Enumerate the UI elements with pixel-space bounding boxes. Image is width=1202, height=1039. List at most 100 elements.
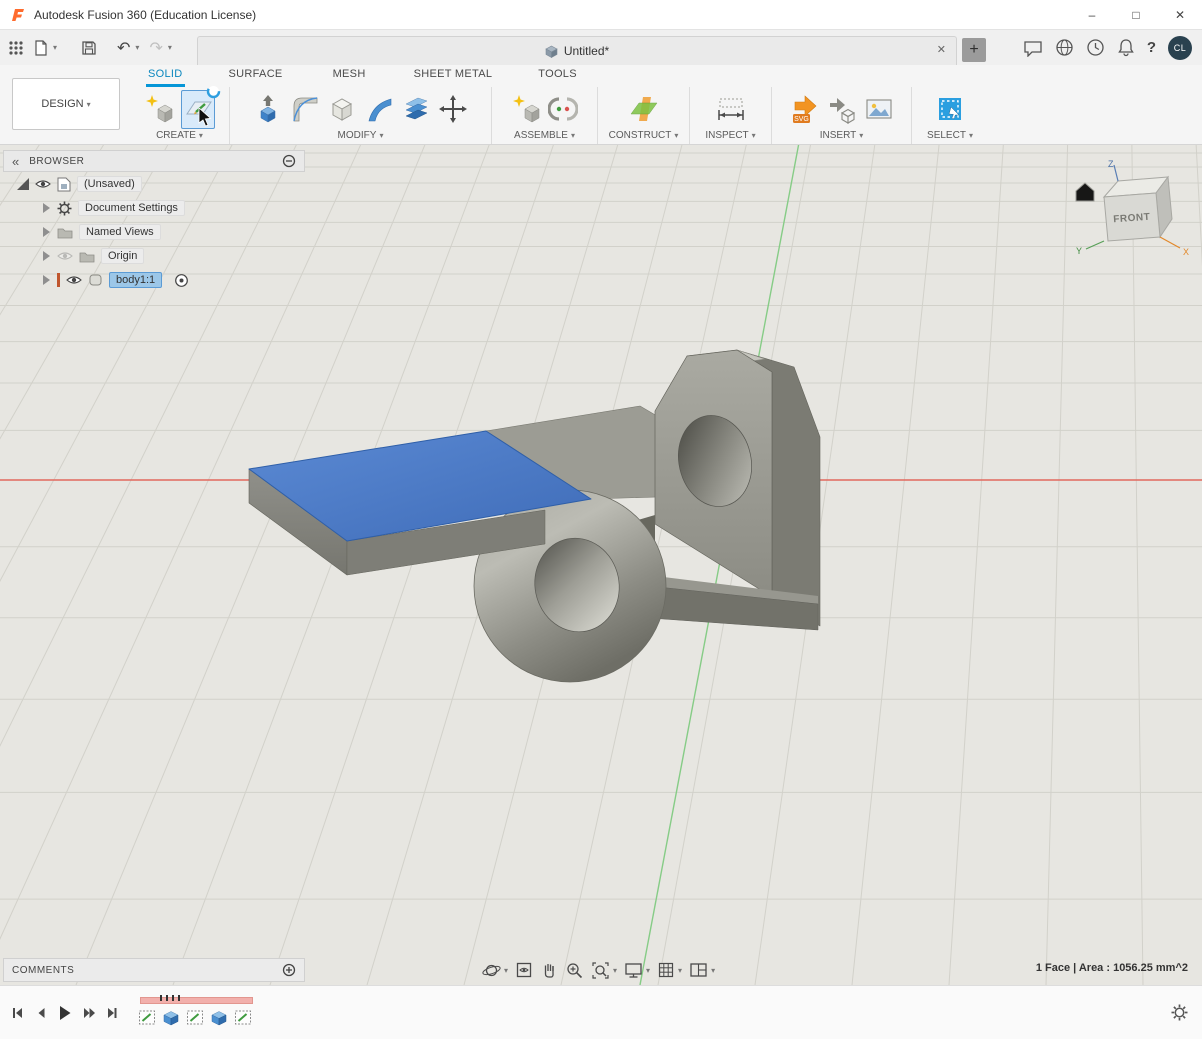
insert-canvas-icon[interactable] xyxy=(864,94,894,124)
expand-icon[interactable] xyxy=(41,274,51,286)
sketch-feature-icon[interactable] xyxy=(234,1007,252,1027)
grid-snap-button[interactable] xyxy=(657,961,682,979)
extrude-feature-icon[interactable] xyxy=(210,1007,228,1027)
add-comment-icon[interactable] xyxy=(282,963,296,977)
joint-icon[interactable] xyxy=(548,94,578,124)
tab-mesh[interactable]: MESH xyxy=(331,65,368,87)
notification-bell-icon[interactable] xyxy=(1117,38,1135,57)
skip-to-end-button[interactable] xyxy=(104,1005,120,1021)
ribbon: DESIGN SOLID SURFACE MESH SHEET METAL TO… xyxy=(0,65,1202,145)
new-component-icon[interactable] xyxy=(144,94,174,124)
sketch-feature-icon[interactable] xyxy=(186,1007,204,1027)
timeline-track[interactable] xyxy=(138,991,268,1035)
fillet-icon[interactable] xyxy=(290,94,320,124)
insert-svg-icon[interactable]: SVG xyxy=(790,94,820,124)
new-tab-button[interactable]: + xyxy=(962,38,986,62)
viewports-button[interactable] xyxy=(689,961,715,979)
display-settings-icon xyxy=(624,961,643,979)
insert-mesh-icon[interactable] xyxy=(827,94,857,124)
browser-item-label[interactable]: Document Settings xyxy=(78,200,185,216)
comment-icon[interactable] xyxy=(1023,39,1043,57)
display-settings-button[interactable] xyxy=(624,961,650,979)
orbit-button[interactable] xyxy=(482,961,508,980)
browser-item-label[interactable]: Named Views xyxy=(79,224,161,240)
redo-button[interactable]: ↷ xyxy=(149,38,171,58)
expand-icon[interactable] xyxy=(41,226,51,238)
close-tab-icon[interactable]: ✕ xyxy=(937,43,946,56)
visibility-eye-icon[interactable] xyxy=(66,274,82,286)
document-tab[interactable]: Untitled* ✕ xyxy=(197,36,957,65)
pattern-sheets-icon[interactable] xyxy=(401,94,431,124)
tab-surface[interactable]: SURFACE xyxy=(227,65,285,87)
model-body[interactable] xyxy=(249,350,820,682)
workspace-selector[interactable]: DESIGN xyxy=(12,78,120,130)
visibility-eye-off-icon[interactable] xyxy=(57,250,73,262)
play-button[interactable] xyxy=(56,1004,74,1022)
group-inspect-label[interactable]: INSPECT xyxy=(705,130,755,141)
group-construct-label[interactable]: CONSTRUCT xyxy=(609,130,679,141)
tab-tools[interactable]: TOOLS xyxy=(536,65,579,87)
browser-row-named-views[interactable]: Named Views xyxy=(3,220,305,244)
timeline-bar xyxy=(0,985,1202,1039)
save-button[interactable] xyxy=(81,40,97,56)
browser-item-label[interactable]: Origin xyxy=(101,248,144,264)
collapse-panel-icon[interactable]: « xyxy=(12,154,19,169)
browser-row-document-settings[interactable]: Document Settings xyxy=(3,196,305,220)
step-forward-button[interactable] xyxy=(81,1005,97,1021)
comments-panel[interactable]: COMMENTS xyxy=(3,958,305,982)
browser-item-label[interactable]: (Unsaved) xyxy=(77,176,142,192)
group-create-label[interactable]: CREATE xyxy=(156,130,203,141)
minimize-button[interactable]: – xyxy=(1070,0,1114,30)
press-pull-icon[interactable] xyxy=(327,94,357,124)
busy-spinner-icon xyxy=(206,84,221,99)
app-grid-icon[interactable] xyxy=(8,40,24,56)
tab-solid[interactable]: SOLID xyxy=(146,65,185,87)
select-icon[interactable] xyxy=(935,94,965,124)
group-select-label[interactable]: SELECT xyxy=(927,130,973,141)
group-modify-label[interactable]: MODIFY xyxy=(338,130,384,141)
timeline-settings-gear-icon[interactable] xyxy=(1171,1004,1188,1021)
hide-all-icon[interactable] xyxy=(282,154,296,168)
pan-button[interactable] xyxy=(540,961,558,979)
maximize-button[interactable]: □ xyxy=(1114,0,1158,30)
viewcube[interactable]: FRONT Z Y X xyxy=(1070,155,1194,263)
undo-button[interactable]: ↶ xyxy=(117,38,139,58)
timeline-marker-bar[interactable] xyxy=(140,997,253,1004)
move-icon[interactable] xyxy=(438,94,468,124)
fit-button[interactable] xyxy=(591,961,617,980)
tab-sheet-metal[interactable]: SHEET METAL xyxy=(412,65,495,87)
account-avatar[interactable]: CL xyxy=(1168,36,1192,60)
new-component-assemble-icon[interactable] xyxy=(511,94,541,124)
ground-to-parent-icon[interactable] xyxy=(174,273,189,288)
workspace-selector-label: DESIGN xyxy=(41,98,83,110)
visibility-eye-icon[interactable] xyxy=(35,178,51,190)
close-button[interactable]: ✕ xyxy=(1158,0,1202,30)
folder-icon xyxy=(57,226,73,239)
selection-status: 1 Face | Area : 1056.25 mm^2 xyxy=(1036,962,1188,974)
measure-icon[interactable] xyxy=(715,94,747,124)
job-status-clock-icon[interactable] xyxy=(1086,38,1105,57)
extrude-feature-icon[interactable] xyxy=(162,1007,180,1027)
help-button[interactable]: ? xyxy=(1147,39,1156,56)
group-modify: MODIFY xyxy=(230,87,492,144)
look-at-button[interactable] xyxy=(515,961,533,979)
browser-row-body[interactable]: body1:1 xyxy=(3,268,305,292)
extrude-icon[interactable] xyxy=(253,94,283,124)
step-back-button[interactable] xyxy=(33,1005,49,1021)
browser-item-label[interactable]: body1:1 xyxy=(109,272,162,288)
sweep-icon[interactable] xyxy=(364,94,394,124)
browser-row-document[interactable]: (Unsaved) xyxy=(3,172,305,196)
expand-icon[interactable] xyxy=(41,250,51,262)
browser-row-origin[interactable]: Origin xyxy=(3,244,305,268)
home-icon[interactable] xyxy=(1076,183,1094,201)
construction-plane-icon[interactable] xyxy=(627,94,661,124)
group-insert-label[interactable]: INSERT xyxy=(820,130,864,141)
sketch-feature-icon[interactable] xyxy=(138,1007,156,1027)
skip-to-start-button[interactable] xyxy=(10,1005,26,1021)
viewport[interactable]: FRONT Z Y X « BROWSER (Unsaved) xyxy=(0,145,1202,985)
globe-icon[interactable] xyxy=(1055,38,1074,57)
zoom-button[interactable] xyxy=(565,961,584,980)
group-assemble-label[interactable]: ASSEMBLE xyxy=(514,130,575,141)
file-menu-button[interactable] xyxy=(34,40,57,56)
expand-icon[interactable] xyxy=(41,202,51,214)
